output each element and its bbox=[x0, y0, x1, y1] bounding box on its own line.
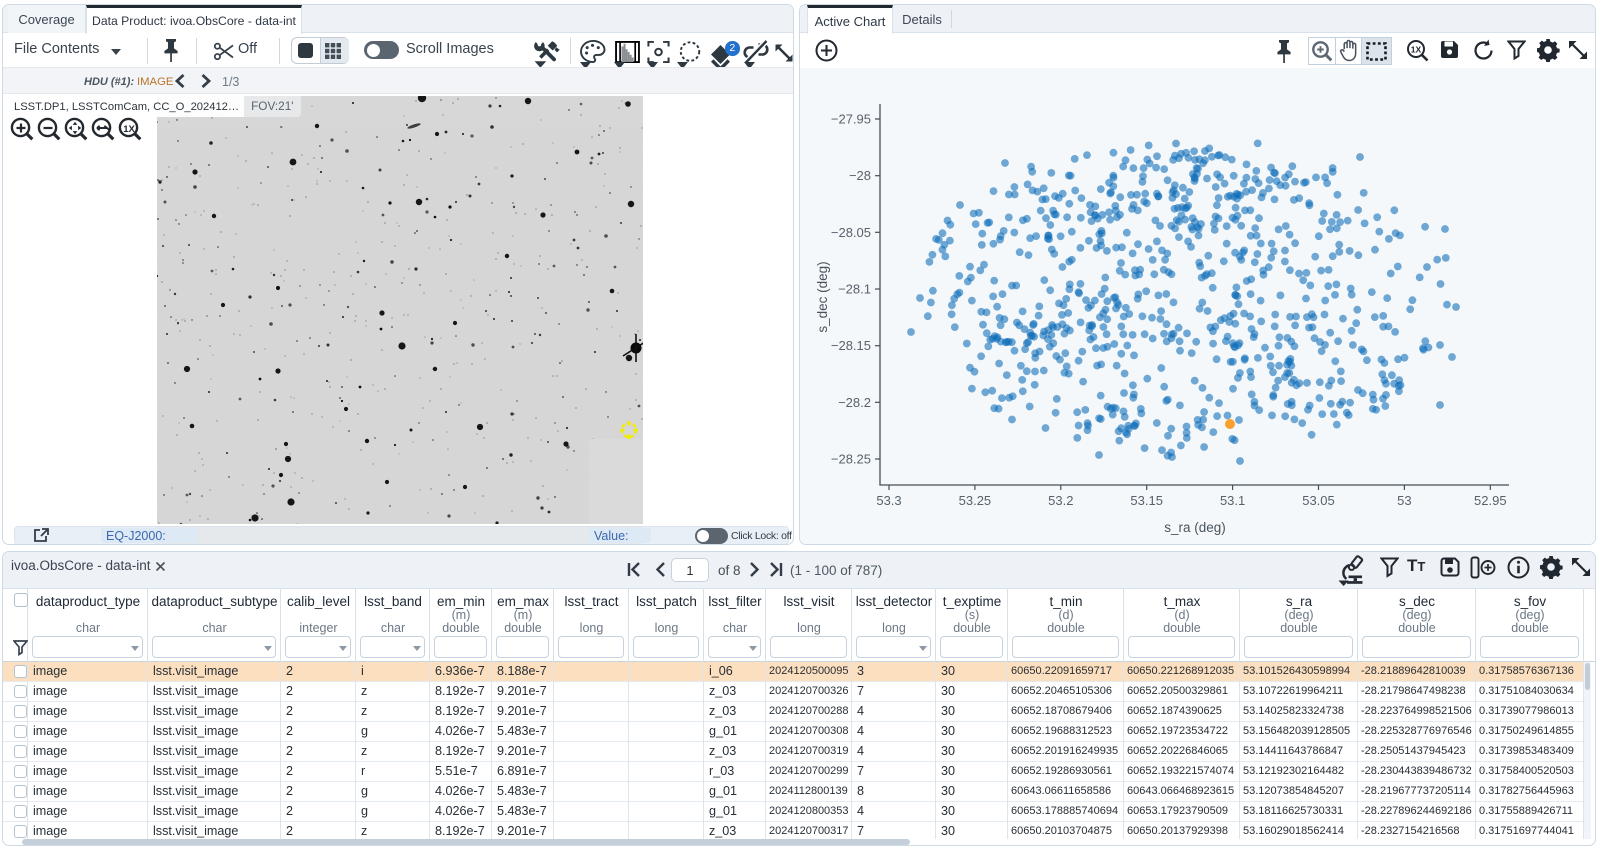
svg-text:s_ra (deg): s_ra (deg) bbox=[1164, 520, 1226, 535]
svg-text:53.25: 53.25 bbox=[959, 493, 992, 508]
svg-text:−27.95: −27.95 bbox=[831, 112, 871, 127]
svg-text:1X: 1X bbox=[123, 124, 135, 135]
svg-text:53: 53 bbox=[1397, 493, 1411, 508]
svg-text:−28.1: −28.1 bbox=[838, 282, 871, 297]
svg-text:−28.2: −28.2 bbox=[838, 395, 871, 410]
svg-text:53.05: 53.05 bbox=[1302, 493, 1335, 508]
svg-text:52.95: 52.95 bbox=[1474, 493, 1507, 508]
svg-text:−28: −28 bbox=[849, 168, 871, 183]
svg-text:s_dec (deg): s_dec (deg) bbox=[815, 261, 830, 332]
svg-text:53.1: 53.1 bbox=[1220, 493, 1245, 508]
svg-text:−28.05: −28.05 bbox=[831, 225, 871, 240]
svg-text:−28.25: −28.25 bbox=[831, 452, 871, 467]
svg-text:53.15: 53.15 bbox=[1130, 493, 1163, 508]
svg-text:−28.15: −28.15 bbox=[831, 338, 871, 353]
svg-text:53.3: 53.3 bbox=[876, 493, 901, 508]
svg-text:53.2: 53.2 bbox=[1048, 493, 1073, 508]
